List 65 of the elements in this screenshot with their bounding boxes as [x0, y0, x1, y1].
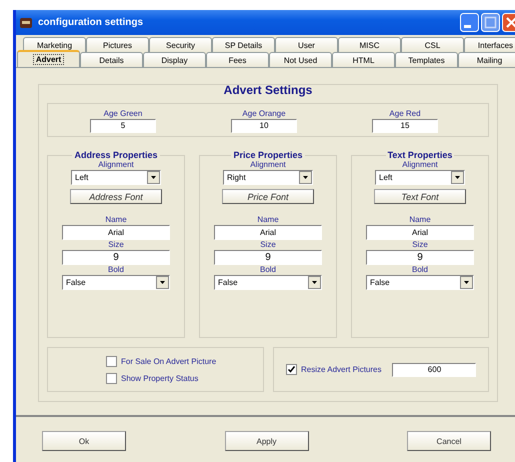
tab[interactable]: Interfaces	[464, 37, 515, 52]
checkbox[interactable]	[106, 372, 117, 384]
field-label: Alignment	[402, 160, 438, 170]
font-button[interactable]: Address Font	[70, 189, 162, 204]
tab[interactable]: Not Used	[269, 52, 332, 67]
dropdown[interactable]: Left	[71, 170, 161, 185]
dropdown[interactable]: False	[214, 275, 322, 290]
input-field[interactable]: Arial	[62, 225, 170, 240]
tab[interactable]: CSL	[401, 37, 464, 52]
minimize-icon[interactable]	[460, 13, 479, 32]
field-label: Age Orange	[242, 109, 286, 119]
font-button[interactable]: Text Font	[374, 189, 466, 204]
tab[interactable]: MISC	[338, 37, 401, 52]
input-field[interactable]: 9	[214, 250, 322, 265]
tab[interactable]: Mailing	[458, 52, 515, 67]
field-label: Bold	[412, 265, 428, 275]
field-label: Name	[257, 215, 279, 225]
field-label: Age Green	[104, 109, 142, 119]
field-label: Name	[105, 215, 127, 225]
dialog-button[interactable]: Apply	[224, 431, 308, 451]
input-field[interactable]: 10	[231, 119, 297, 133]
field-label: Bold	[108, 265, 124, 275]
input-field[interactable]: 600	[392, 362, 476, 376]
tab[interactable]: HTML	[332, 52, 395, 67]
panel-title: Advert Settings	[222, 83, 314, 99]
checkbox-label: Show Property Status	[121, 374, 198, 382]
window-title: configuration settings	[38, 17, 144, 28]
field-label: Alignment	[98, 160, 134, 170]
checkbox-label: Resize Advert Pictures	[301, 365, 382, 374]
input-field[interactable]: 15	[372, 119, 438, 133]
dropdown[interactable]: False	[366, 275, 474, 290]
tab[interactable]: Security	[149, 37, 212, 52]
field-label: Size	[412, 240, 428, 250]
input-field[interactable]: Arial	[214, 225, 322, 240]
field-label: Size	[260, 240, 276, 250]
input-field[interactable]: 9	[62, 250, 170, 265]
field-label: Age Red	[389, 109, 421, 119]
checkbox[interactable]	[106, 356, 117, 366]
tab[interactable]: Details	[80, 52, 143, 67]
group-title: Text Properties	[386, 150, 454, 160]
field-label: Alignment	[250, 160, 286, 170]
dropdown[interactable]: Right	[223, 170, 313, 185]
checkbox-label: For Sale On Advert Picture	[121, 356, 216, 366]
group-title: Price Properties	[231, 150, 305, 160]
dialog-button[interactable]: Ok	[42, 431, 126, 451]
tab[interactable]: Fees	[206, 52, 269, 67]
tab[interactable]: Advert	[17, 50, 80, 67]
input-field[interactable]: 9	[366, 250, 474, 265]
input-field[interactable]: 5	[90, 119, 156, 133]
checkbox[interactable]	[286, 364, 297, 375]
group-title: Address Properties	[72, 150, 160, 160]
input-field[interactable]: Arial	[366, 225, 474, 240]
font-button[interactable]: Price Font	[222, 189, 314, 204]
maximize-icon[interactable]	[481, 13, 500, 32]
tab[interactable]: Display	[143, 52, 206, 67]
field-label: Size	[108, 240, 124, 250]
field-label: Name	[409, 215, 431, 225]
tab[interactable]: User	[275, 37, 338, 52]
dropdown[interactable]: Left	[375, 170, 465, 185]
tab[interactable]: Pictures	[86, 37, 149, 52]
dialog-button[interactable]: Cancel	[407, 431, 491, 451]
tab[interactable]: SP Details	[212, 37, 275, 52]
tab[interactable]: Templates	[395, 52, 458, 67]
field-label: Bold	[260, 265, 276, 275]
dropdown[interactable]: False	[62, 275, 170, 290]
